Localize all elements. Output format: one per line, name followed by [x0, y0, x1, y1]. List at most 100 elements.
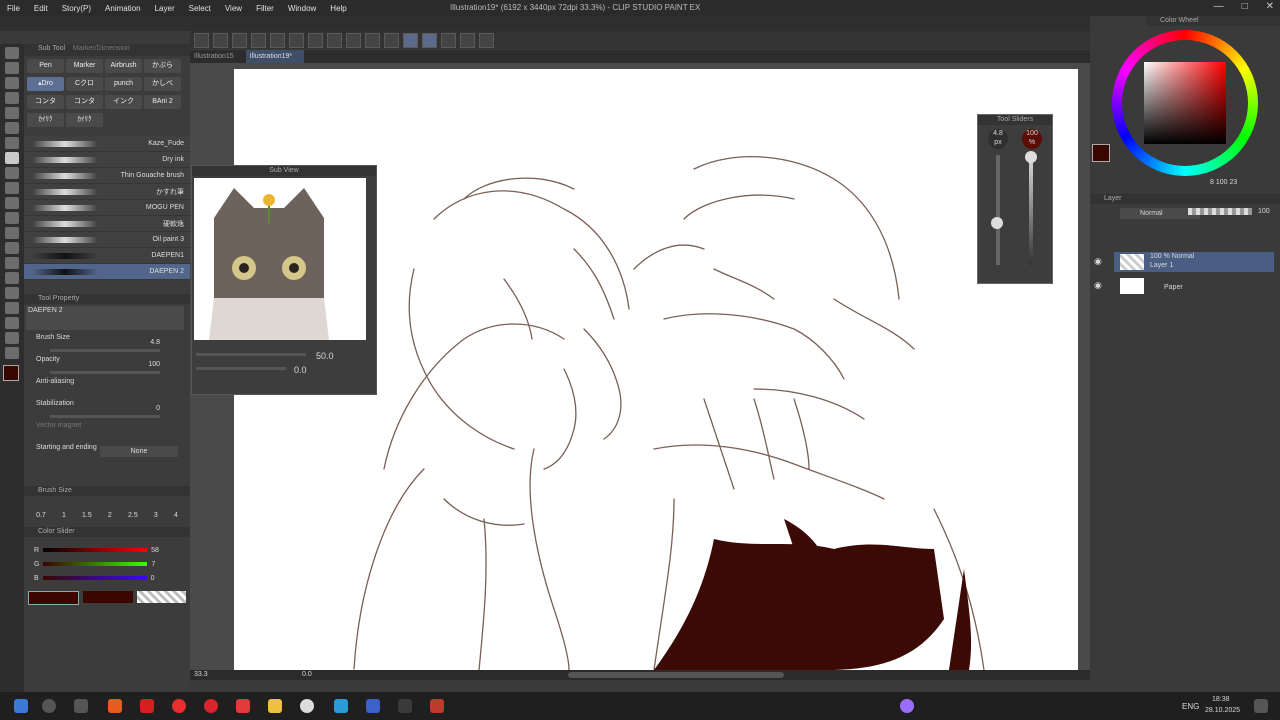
- layer-row-selected[interactable]: 100 % Normal Layer 1: [1114, 252, 1274, 272]
- snap-ruler-icon[interactable]: [403, 32, 418, 48]
- size-preset[interactable]: 2.5: [128, 512, 138, 519]
- close-icon[interactable]: ✕: [1266, 1, 1274, 12]
- pencil-tool-icon[interactable]: [5, 167, 19, 179]
- tab-illustration15[interactable]: Illustration15: [190, 50, 246, 63]
- clip-studio-icon[interactable]: [300, 699, 314, 713]
- pen-tool-icon[interactable]: [5, 152, 19, 164]
- starting-ending-select[interactable]: None: [100, 446, 178, 457]
- pen-pressure-icon[interactable]: [441, 32, 456, 48]
- opacity-slider[interactable]: [50, 371, 160, 374]
- notifications-icon[interactable]: [1254, 699, 1268, 713]
- subtool-group-dro[interactable]: ▴Dro: [27, 77, 64, 91]
- document-icon[interactable]: [460, 32, 475, 48]
- current-color-swatch[interactable]: [1092, 144, 1110, 162]
- horizontal-scrollbar[interactable]: [568, 672, 784, 678]
- deselect-icon[interactable]: [346, 32, 361, 48]
- tab-illustration19[interactable]: Illustration19*: [245, 50, 305, 63]
- layer-row-paper[interactable]: Paper: [1114, 276, 1274, 296]
- brush-item[interactable]: かすれ筆: [24, 184, 190, 200]
- operation-tool-icon[interactable]: [5, 77, 19, 89]
- eraser-tool-icon[interactable]: [5, 212, 19, 224]
- zoom-tool-icon[interactable]: [5, 47, 19, 59]
- menu-view[interactable]: View: [218, 4, 249, 13]
- text-tool-icon[interactable]: [5, 317, 19, 329]
- brush-item[interactable]: Oil paint 3: [24, 232, 190, 248]
- sub-color-chip[interactable]: [83, 591, 133, 603]
- size-preset[interactable]: 4: [174, 512, 178, 519]
- app-icon[interactable]: [366, 699, 380, 713]
- ruler-tool-icon[interactable]: [5, 302, 19, 314]
- size-preset[interactable]: 0.7: [36, 512, 46, 519]
- reference-image[interactable]: [194, 178, 366, 340]
- menu-story[interactable]: Story(P): [55, 4, 98, 13]
- app-icon[interactable]: [430, 699, 444, 713]
- invert-selection-icon[interactable]: [365, 32, 380, 48]
- subtool-group-marker[interactable]: Marker: [66, 59, 103, 73]
- size-preset[interactable]: 1.5: [82, 512, 92, 519]
- subtool-group-punch[interactable]: punch: [105, 77, 142, 91]
- main-color-chip[interactable]: [28, 591, 80, 605]
- subtool-group-konta-2[interactable]: コンタ: [66, 95, 103, 109]
- help-icon[interactable]: [479, 32, 494, 48]
- antialiasing-property[interactable]: Anti-aliasing: [24, 378, 190, 400]
- brush-item[interactable]: 硬軟逸: [24, 216, 190, 232]
- save-icon[interactable]: [232, 32, 247, 48]
- assistant-icon[interactable]: [900, 699, 914, 713]
- app-icon[interactable]: [398, 699, 412, 713]
- new-file-icon[interactable]: [194, 32, 209, 48]
- stabilization-property[interactable]: Stabilization 0: [24, 400, 190, 422]
- yandex-browser-icon[interactable]: [172, 699, 186, 713]
- size-slider-knob[interactable]: [991, 217, 1003, 229]
- app-icon[interactable]: [140, 699, 154, 713]
- transform-icon[interactable]: [327, 32, 342, 48]
- brush-item-selected[interactable]: DAEPEN 2: [24, 264, 190, 280]
- brush-item[interactable]: DAEPEN1: [24, 248, 190, 264]
- menu-layer[interactable]: Layer: [148, 4, 182, 13]
- transparent-color-chip[interactable]: [136, 591, 186, 603]
- blend-tool-icon[interactable]: [5, 227, 19, 239]
- eye-icon[interactable]: ◉: [1094, 280, 1104, 290]
- telegram-icon[interactable]: [334, 699, 348, 713]
- size-preset[interactable]: 3: [154, 512, 158, 519]
- menu-window[interactable]: Window: [281, 4, 323, 13]
- subtool-group-kairiku-1[interactable]: ｶｲﾘｸ: [27, 113, 64, 127]
- menu-edit[interactable]: Edit: [27, 4, 55, 13]
- g-slider-row[interactable]: G7: [24, 557, 190, 571]
- open-file-icon[interactable]: [213, 32, 228, 48]
- subtool-group-kabura[interactable]: かぶら: [144, 59, 181, 73]
- yandex-icon[interactable]: [236, 699, 250, 713]
- r-slider-row[interactable]: R 58: [24, 543, 190, 557]
- sub-view-zoom-slider[interactable]: [196, 353, 306, 356]
- subtool-group-kashibe[interactable]: かしべ: [144, 77, 181, 91]
- hand-tool-icon[interactable]: [5, 62, 19, 74]
- brush-size-property[interactable]: Brush Size 4.8: [24, 334, 190, 356]
- app-icon[interactable]: [108, 699, 122, 713]
- main-color-swatch[interactable]: [3, 365, 19, 381]
- layer-opacity-slider[interactable]: [1188, 208, 1252, 215]
- search-icon[interactable]: [42, 699, 56, 713]
- menu-file[interactable]: File: [0, 4, 27, 13]
- correct-line-tool-icon[interactable]: [5, 347, 19, 359]
- gradient-tool-icon[interactable]: [5, 257, 19, 269]
- r-slider[interactable]: [43, 548, 148, 552]
- snap-special-ruler-icon[interactable]: [422, 32, 437, 48]
- sub-view-rotate-slider[interactable]: [196, 367, 286, 370]
- move-tool-icon[interactable]: [5, 92, 19, 104]
- maximize-icon[interactable]: □: [1242, 1, 1248, 12]
- opacity-vertical-slider[interactable]: [1029, 155, 1033, 265]
- subtool-group-konta-1[interactable]: コンタ: [27, 95, 64, 109]
- menu-select[interactable]: Select: [182, 4, 218, 13]
- eyedropper-tool-icon[interactable]: [5, 137, 19, 149]
- b-slider[interactable]: [42, 576, 147, 580]
- crop-icon[interactable]: [384, 32, 399, 48]
- saturation-value-square[interactable]: [1144, 62, 1226, 144]
- brush-size-slider[interactable]: [50, 349, 160, 352]
- eye-icon[interactable]: ◉: [1094, 256, 1104, 266]
- subtool-group-kairiku-2[interactable]: ｶｲﾘｸ: [66, 113, 103, 127]
- subtool-group-ink[interactable]: インク: [105, 95, 142, 109]
- undo-icon[interactable]: [251, 32, 266, 48]
- opacity-slider-knob[interactable]: [1025, 151, 1037, 163]
- figure-tool-icon[interactable]: [5, 272, 19, 284]
- brush-item[interactable]: Kaze_Fude: [24, 136, 190, 152]
- starting-ending-property[interactable]: Starting and ending None: [24, 444, 190, 466]
